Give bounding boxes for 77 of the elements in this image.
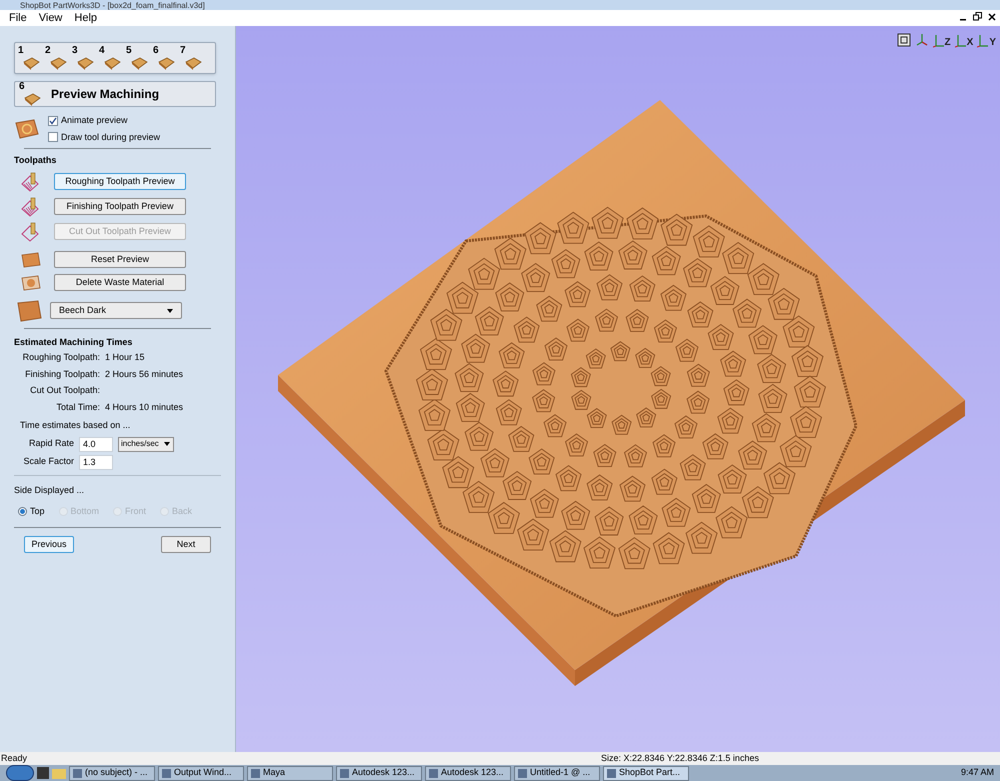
taskbar-button[interactable]: (no subject) - ...: [69, 766, 155, 780]
time-value: 1 Hour 15: [105, 351, 146, 364]
wood-block-icon: [23, 92, 41, 106]
nav-button[interactable]: Previous: [24, 536, 74, 552]
checkbox-label: Draw tool during preview: [61, 130, 160, 144]
step-button[interactable]: 4: [99, 46, 125, 70]
checkbox[interactable]: [48, 116, 58, 126]
restore-icon[interactable]: [973, 12, 982, 21]
step-button[interactable]: 2: [45, 46, 71, 70]
dropdown-arrow-icon: [167, 308, 173, 312]
radio-button[interactable]: [18, 507, 27, 516]
step-button[interactable]: 6: [19, 82, 45, 106]
taskbar-button[interactable]: Autodesk 123...: [336, 766, 422, 780]
nav-button[interactable]: Next: [161, 536, 211, 552]
section-heading: Side Displayed ...: [14, 484, 86, 497]
status-text: Ready: [1, 752, 28, 765]
status-size-text: Size: X:22.8346 Y:22.8346 Z:1.5 inches: [601, 752, 759, 765]
animation-icon: [14, 118, 40, 140]
axes-icon: [932, 34, 945, 48]
material-dropdown[interactable]: Beech Dark: [50, 302, 182, 319]
checkbox[interactable]: [48, 132, 58, 142]
page-title: Preview Machining: [51, 86, 160, 103]
wood-block-icon: [103, 56, 121, 70]
wood-block-icon: [20, 274, 42, 292]
clock-text: 9:47 AM: [960, 766, 994, 780]
menu-item[interactable]: Help: [74, 12, 98, 24]
time-label: Cut Out Toolpath:: [29, 384, 100, 397]
field-label: Rapid Rate: [28, 437, 74, 450]
time-label: Roughing Toolpath:: [22, 351, 100, 364]
scale-factor-field[interactable]: 1.3: [79, 454, 113, 470]
check-icon: [49, 116, 57, 125]
time-label: Total Time:: [55, 400, 100, 414]
menu-item[interactable]: File: [9, 12, 27, 24]
wood-block-icon: [130, 56, 148, 70]
axes-icon: [954, 34, 967, 48]
wood-block-icon: [49, 56, 67, 70]
taskbar-button[interactable]: Output Wind...: [158, 766, 244, 780]
checkbox-label: Animate preview: [61, 114, 128, 127]
note-text: Time estimates based on ...: [19, 419, 132, 432]
time-value: 4 Hours 10 minutes: [105, 400, 184, 414]
wood-swatch-icon: [16, 300, 42, 322]
taskbar-button[interactable]: Untitled-1 @ ...: [514, 766, 600, 780]
preview-button[interactable]: Finishing Toolpath Preview: [54, 198, 186, 215]
preview-button[interactable]: Roughing Toolpath Preview: [54, 173, 186, 190]
action-button[interactable]: Delete Waste Material: [54, 274, 186, 291]
taskbar-button[interactable]: Maya: [247, 766, 333, 780]
start-button[interactable]: [6, 765, 34, 781]
view-axis-button[interactable]: Y: [977, 32, 996, 48]
radio-label: Top: [30, 505, 45, 518]
window-title: ShopBot PartWorks3D - [box2d_foam_finalfinal.v3d]: [20, 1, 205, 10]
wood-block-icon: [76, 56, 94, 70]
wood-block-icon: [157, 56, 175, 70]
step-button[interactable]: 6: [153, 46, 179, 70]
view-axis-button[interactable]: X: [954, 32, 974, 48]
time-label: Finishing Toolpath:: [24, 368, 100, 381]
taskbar-button[interactable]: Autodesk 123...: [425, 766, 511, 780]
wood-block-icon: [22, 56, 40, 70]
dropdown-arrow-icon: [164, 442, 170, 446]
step-button[interactable]: 1: [18, 46, 44, 70]
time-value: 2 Hours 56 minutes: [105, 368, 184, 380]
section-heading: Estimated Machining Times: [14, 336, 134, 349]
wood-block-icon: [20, 250, 42, 268]
view-axis-button[interactable]: Z: [932, 32, 951, 48]
wood-block-icon: [184, 56, 202, 70]
taskbar-button[interactable]: ShopBot Part...: [603, 766, 689, 780]
field-label: Scale Factor: [22, 455, 74, 468]
axes-icon: [977, 34, 990, 48]
action-button[interactable]: Reset Preview: [54, 251, 186, 268]
unit-dropdown[interactable]: inches/sec: [118, 436, 174, 452]
step-button[interactable]: 7: [180, 46, 206, 70]
close-icon[interactable]: [988, 12, 996, 20]
step-button[interactable]: 3: [72, 46, 98, 70]
menu-item[interactable]: View: [38, 12, 62, 24]
step-button[interactable]: 5: [126, 46, 152, 70]
rapid-rate-field[interactable]: 4.0: [79, 436, 113, 452]
section-heading: Toolpaths: [14, 154, 58, 167]
fit-view-icon[interactable]: [896, 33, 911, 47]
